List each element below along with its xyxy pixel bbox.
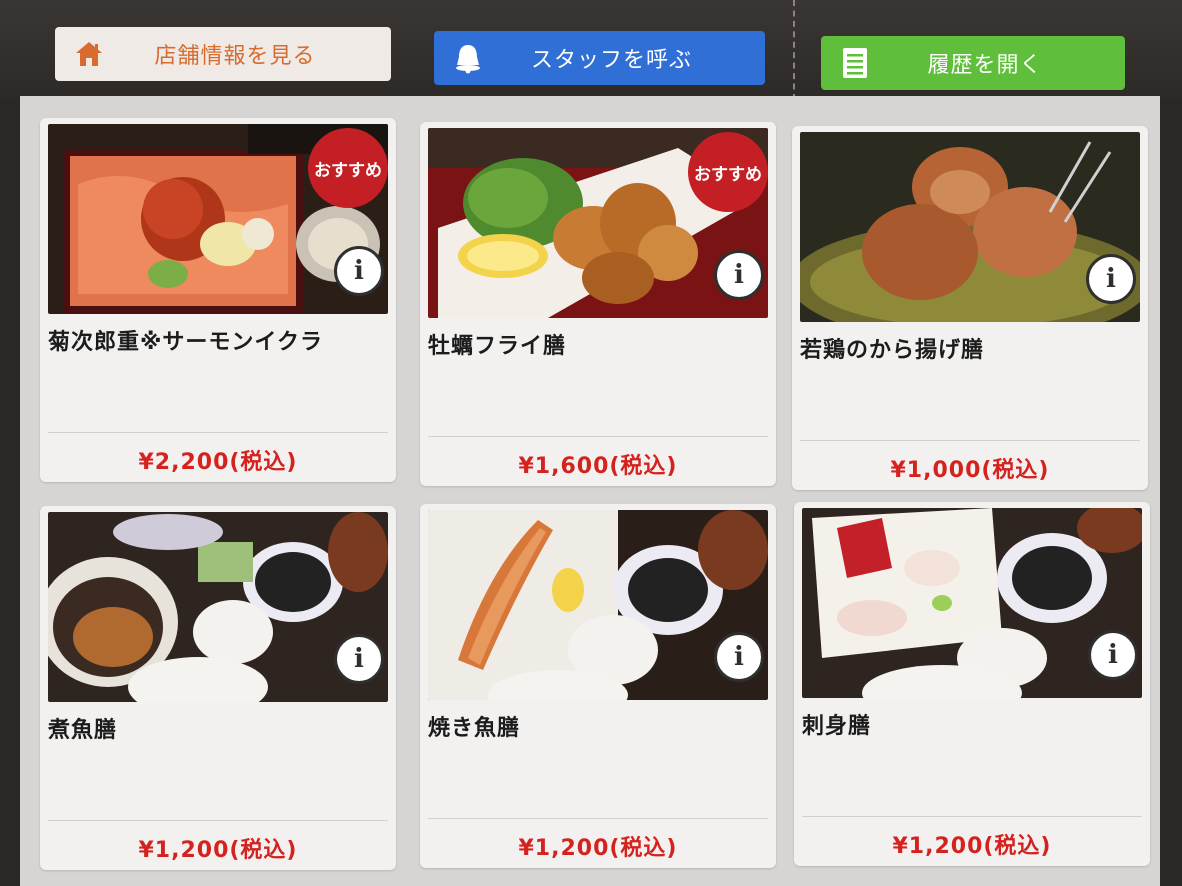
menu-item-photo — [428, 510, 768, 700]
store-info-label: 店舗情報を見る — [154, 44, 316, 69]
header-divider — [793, 0, 795, 100]
info-icon[interactable]: i — [1086, 254, 1136, 304]
info-icon[interactable]: i — [334, 246, 384, 296]
menu-item-price: ¥1,200(税込) — [892, 834, 1052, 859]
menu-item-name: 煮魚膳 — [48, 718, 118, 743]
menu-item-price: ¥1,200(税込) — [138, 838, 298, 863]
call-staff-label: スタッフを呼ぶ — [530, 48, 692, 73]
menu-item-price: ¥1,600(税込) — [518, 454, 678, 479]
menu-item-price: ¥1,200(税込) — [518, 836, 678, 861]
menu-item-price: ¥2,200(税込) — [138, 450, 298, 475]
card-divider — [428, 436, 768, 437]
menu-item-name: 菊次郎重※サーモンイクラ — [48, 330, 323, 355]
recommended-badge: おすすめ — [688, 132, 768, 212]
card-divider — [800, 440, 1140, 441]
info-icon[interactable]: i — [714, 250, 764, 300]
menu-item-photo — [800, 132, 1140, 322]
menu-item-simmered-fish[interactable]: i 煮魚膳 ¥1,200(税込) — [40, 506, 396, 870]
history-button[interactable]: 履歴を開く — [821, 36, 1125, 90]
info-icon[interactable]: i — [1088, 630, 1138, 680]
document-list-icon — [837, 45, 873, 81]
info-icon[interactable]: i — [714, 632, 764, 682]
menu-item-salmon-ikura[interactable]: おすすめ i 菊次郎重※サーモンイクラ ¥2,200(税込) — [40, 118, 396, 482]
bell-icon — [450, 40, 486, 76]
menu-item-photo — [48, 512, 388, 702]
menu-item-name: 牡蠣フライ膳 — [428, 334, 567, 359]
recommended-badge: おすすめ — [308, 128, 388, 208]
house-icon — [71, 36, 107, 72]
card-divider — [48, 432, 388, 433]
menu-item-name: 焼き魚膳 — [428, 716, 521, 741]
menu-item-price: ¥1,000(税込) — [890, 458, 1050, 483]
menu-item-name: 若鶏のから揚げ膳 — [800, 338, 985, 363]
card-divider — [48, 820, 388, 821]
info-icon[interactable]: i — [334, 634, 384, 684]
card-divider — [802, 816, 1142, 817]
card-divider — [428, 818, 768, 819]
top-bar: 店舗情報を見る スタッフを呼ぶ 履歴を開く — [0, 0, 1182, 100]
history-label: 履歴を開く — [927, 53, 1043, 78]
menu-grid: おすすめ i 菊次郎重※サーモンイクラ ¥2,200(税込) おすすめ i 牡蠣… — [20, 96, 1160, 886]
store-info-button[interactable]: 店舗情報を見る — [55, 27, 391, 81]
menu-item-photo — [802, 508, 1142, 698]
menu-item-name: 刺身膳 — [802, 714, 872, 739]
menu-item-oyster-fry[interactable]: おすすめ i 牡蠣フライ膳 ¥1,600(税込) — [420, 122, 776, 486]
menu-item-grilled-fish[interactable]: i 焼き魚膳 ¥1,200(税込) — [420, 504, 776, 868]
menu-item-karaage[interactable]: i 若鶏のから揚げ膳 ¥1,000(税込) — [792, 126, 1148, 490]
call-staff-button[interactable]: スタッフを呼ぶ — [434, 31, 765, 85]
menu-item-sashimi[interactable]: i 刺身膳 ¥1,200(税込) — [794, 502, 1150, 866]
